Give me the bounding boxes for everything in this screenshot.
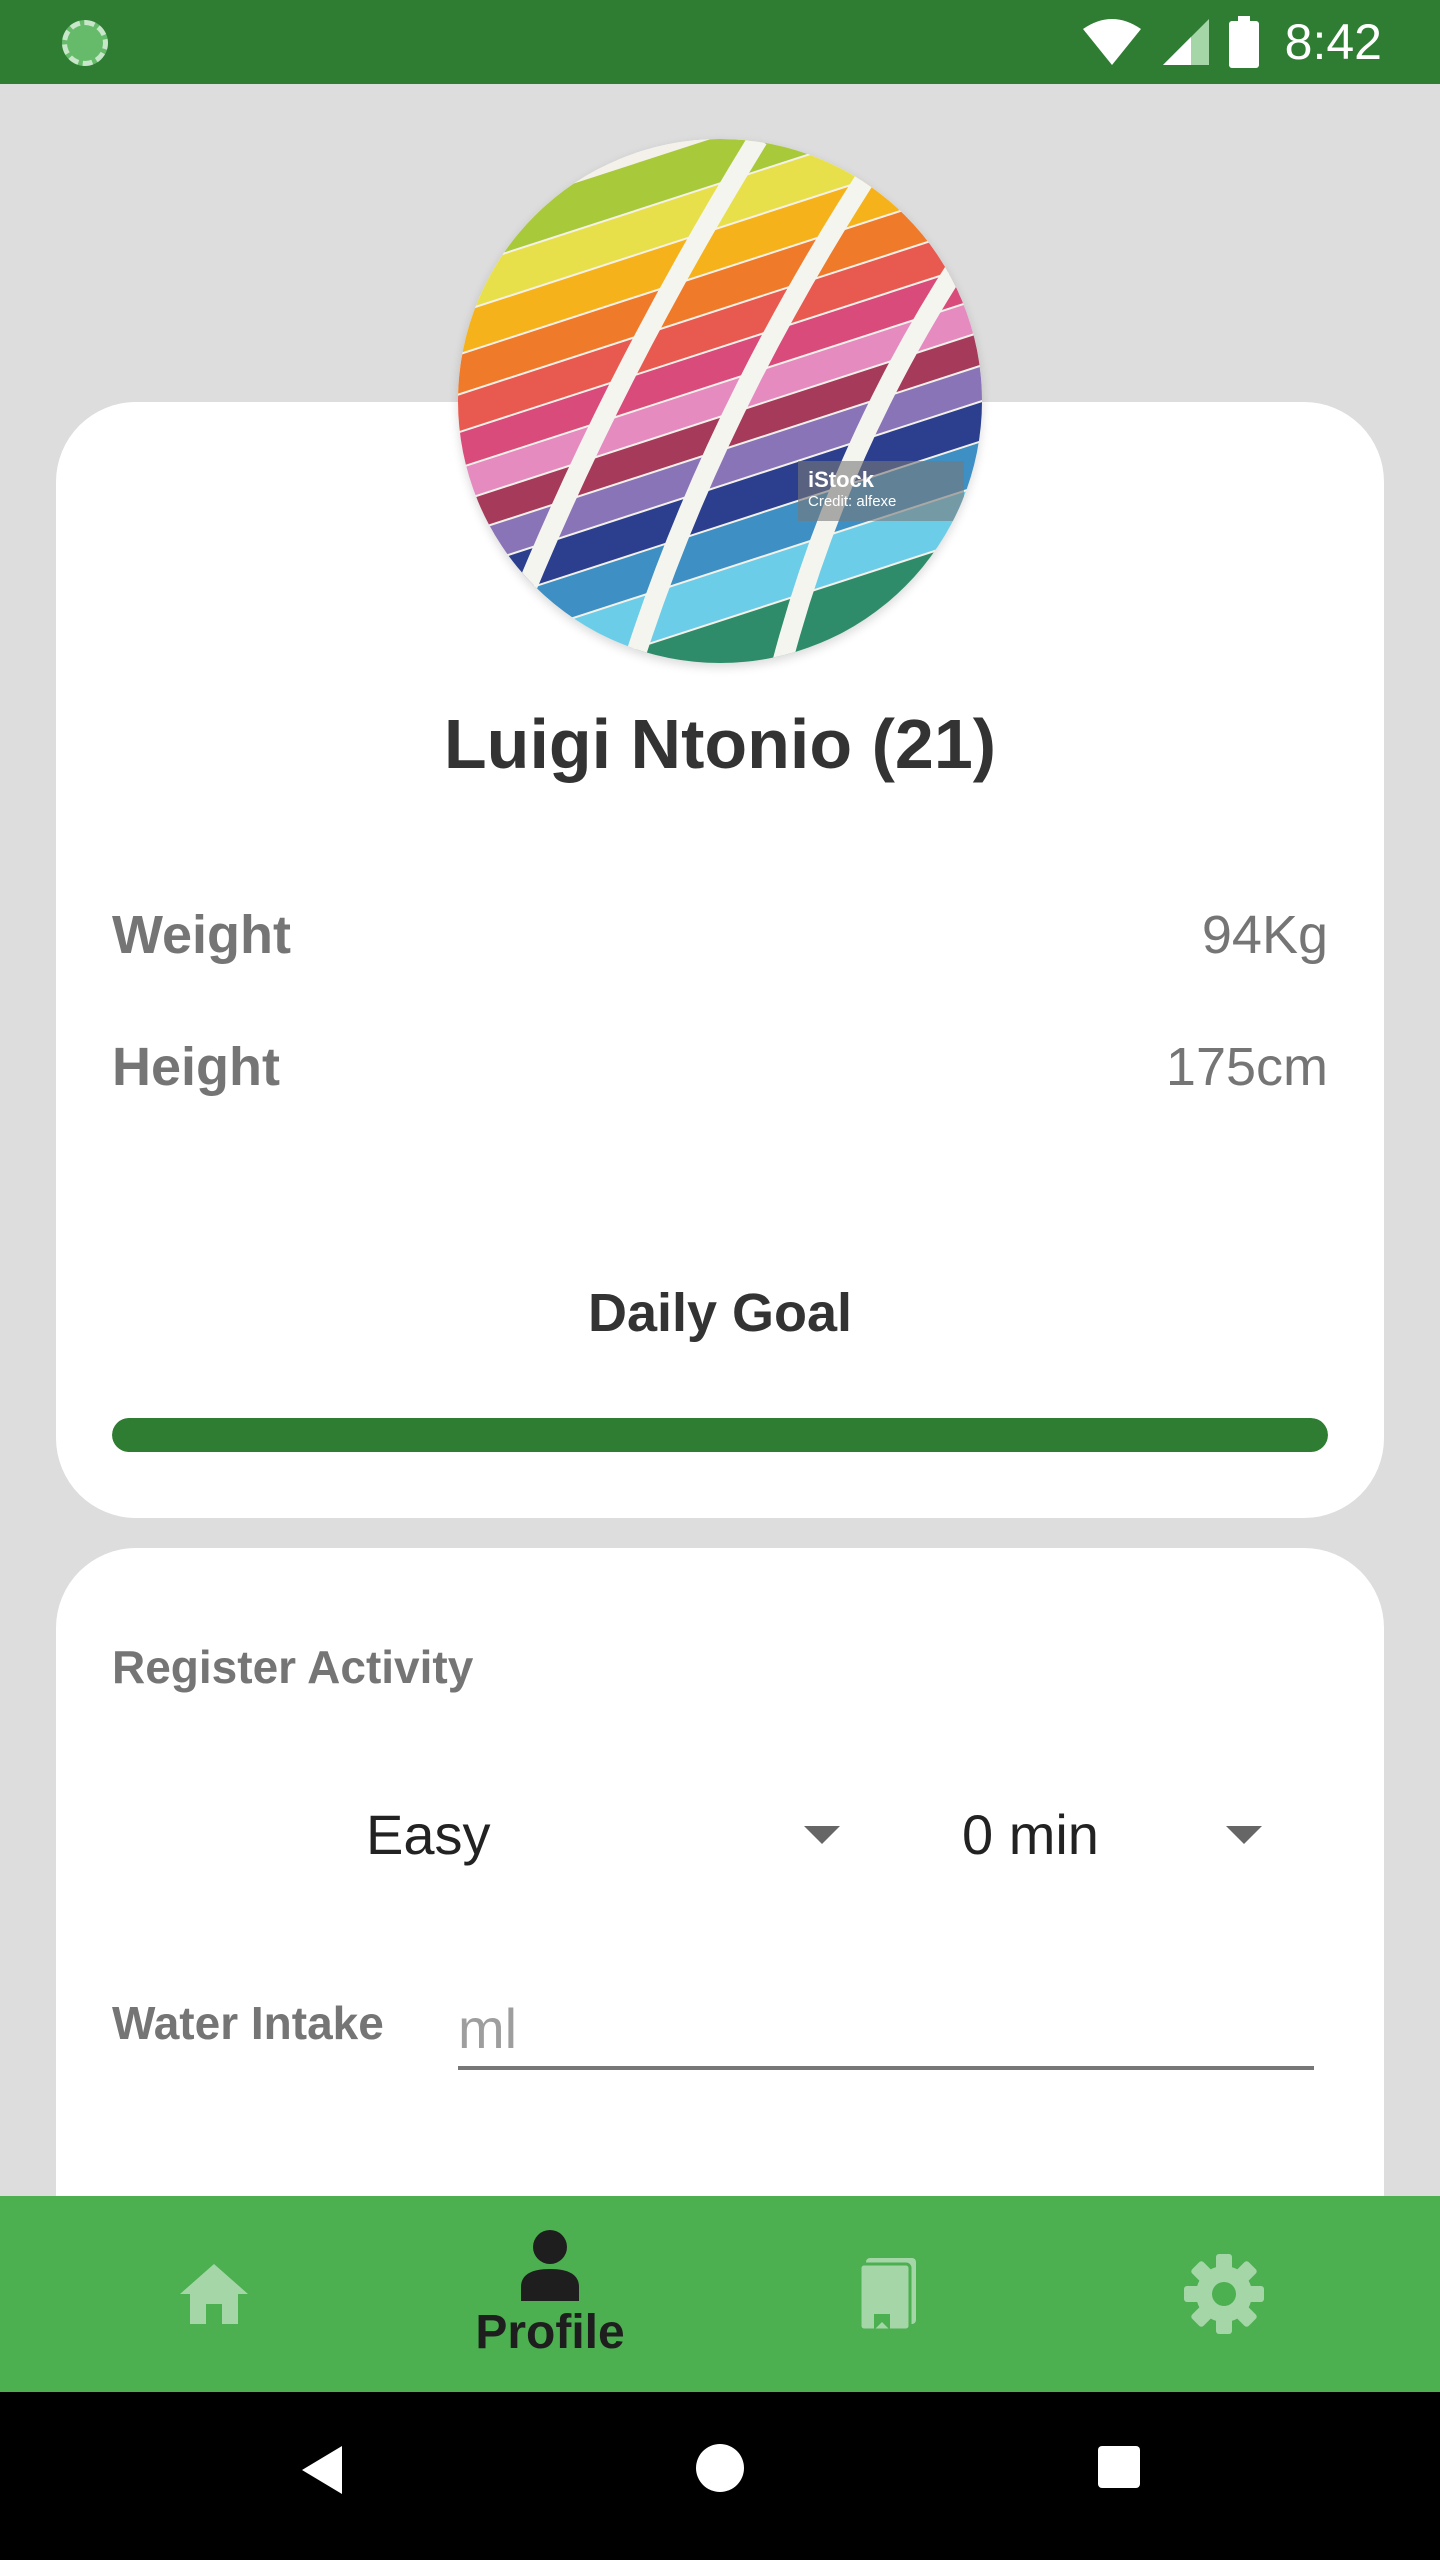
duration-value: 0 min [962, 1802, 1099, 1866]
nav-home[interactable] [104, 2196, 324, 2392]
chevron-down-icon [804, 1826, 840, 1844]
sync-icon [62, 20, 108, 66]
nav-settings[interactable] [1114, 2196, 1334, 2392]
home-icon [180, 2264, 248, 2324]
nav-journal[interactable] [778, 2196, 998, 2392]
profile-avatar[interactable]: iStock Credit: alfexe [458, 139, 982, 663]
water-intake-input[interactable] [458, 1990, 1314, 2070]
avatar-credit-badge: iStock Credit: alfexe [798, 461, 964, 521]
back-icon[interactable] [296, 2442, 346, 2498]
gear-icon [1184, 2254, 1264, 2334]
daily-goal-progress-fill [112, 1418, 1328, 1452]
book-icon [858, 2258, 916, 2332]
nav-profile-label: Profile [475, 2305, 625, 2359]
credit-brand: iStock [808, 467, 875, 492]
avatar-image [458, 139, 982, 663]
intensity-dropdown[interactable]: Easy [190, 1784, 870, 1884]
nav-profile[interactable]: Profile [440, 2196, 660, 2392]
daily-goal-title: Daily Goal [587, 1283, 853, 1343]
bottom-navigation: Profile [0, 2196, 1440, 2392]
status-icons: 8:42 [1081, 10, 1382, 74]
status-bar: 8:42 [0, 0, 1440, 84]
signal-icon [1162, 19, 1209, 65]
water-intake-label: Water Intake [112, 1997, 384, 2049]
credit-text: Credit: alfexe [808, 493, 897, 510]
status-time: 8:42 [1284, 14, 1382, 70]
height-value: 175cm [1165, 1037, 1328, 1097]
duration-dropdown[interactable]: 0 min [900, 1784, 1300, 1884]
profile-screen: iStock Credit: alfexe Luigi Ntonio (21) … [0, 84, 1440, 2196]
chevron-down-icon [1226, 1826, 1262, 1844]
weight-value: 94Kg [1201, 905, 1328, 965]
battery-icon [1228, 16, 1259, 68]
system-navigation-bar [0, 2392, 1440, 2560]
daily-goal-progress-bar [112, 1418, 1328, 1452]
intensity-value: Easy [366, 1802, 491, 1866]
weight-label: Weight [112, 905, 291, 965]
person-icon [521, 2229, 579, 2301]
profile-name: Luigi Ntonio (21) [443, 705, 997, 783]
home-circle-icon[interactable] [694, 2442, 746, 2494]
recents-icon[interactable] [1096, 2444, 1142, 2490]
height-label: Height [112, 1037, 280, 1097]
register-activity-title: Register Activity [112, 1641, 474, 1693]
wifi-icon [1082, 19, 1141, 65]
